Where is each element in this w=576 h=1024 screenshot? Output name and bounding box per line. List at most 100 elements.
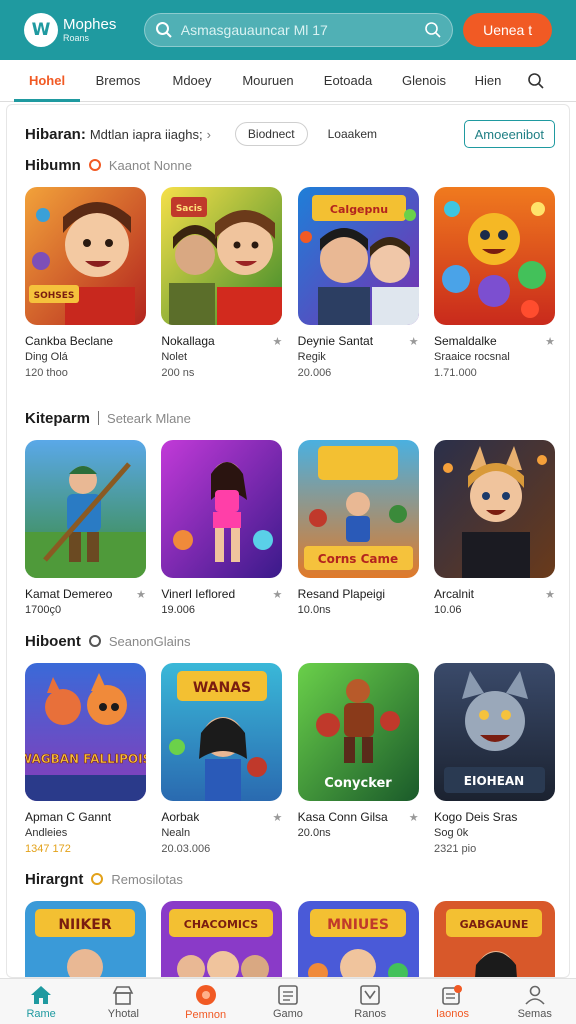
category-nav: Hohel Bremos Mdoey Mouruen Eotoada Gleno… <box>0 60 576 102</box>
bottom-nav-record[interactable]: Pemnon <box>165 979 247 1024</box>
game-thumbnail[interactable] <box>25 440 146 578</box>
game-art-text: WANAS <box>193 680 251 696</box>
game-title[interactable]: Deynie Santat <box>298 334 373 348</box>
section-subtitle[interactable]: Remosilotas <box>111 872 183 887</box>
nav-item-home[interactable]: Hohel <box>14 60 80 102</box>
game-card[interactable]: Arcalnit ★ 10.06 <box>433 440 555 616</box>
game-thumbnail[interactable]: Sacis <box>161 187 283 325</box>
game-thumbnail[interactable]: Corns Came <box>297 440 419 578</box>
game-art-text: EIOHEAN <box>464 774 524 788</box>
game-subtitle: 10.06 <box>433 604 462 616</box>
game-card[interactable]: MNIUES <box>297 901 419 977</box>
game-title[interactable]: Cankba Beclane <box>25 334 113 348</box>
game-thumbnail[interactable]: SOHSES <box>25 187 146 325</box>
game-title[interactable]: Resand Plapeigi <box>298 587 385 601</box>
home-icon <box>31 985 52 1004</box>
game-card[interactable]: WANAS Aorbak ★ Nealn 20.03.006 <box>161 663 283 855</box>
bottom-nav-label: Gamo <box>272 1007 303 1020</box>
game-art-text: Calgepnu <box>330 203 388 216</box>
search-submit-icon[interactable] <box>424 21 442 39</box>
game-title[interactable]: Kasa Conn Gilsa <box>298 810 388 824</box>
filter-tab[interactable]: Loaakem <box>328 127 377 141</box>
search-icon <box>528 72 544 89</box>
game-thumbnail[interactable]: CHACOMICS <box>161 901 283 977</box>
game-title[interactable]: Semaldalke <box>434 334 497 348</box>
star-icon: ★ <box>272 811 283 824</box>
game-count: 20.03.006 <box>161 843 211 855</box>
bottom-nav-home[interactable]: Rame <box>0 979 82 1024</box>
star-icon: ★ <box>545 335 555 348</box>
game-card[interactable]: Kamat Demereo ★ 1700ç0 <box>25 440 146 616</box>
game-title[interactable]: Vinerl Ieflored <box>161 587 235 601</box>
game-card[interactable]: Corns Came Resand Plapeigi 10.0ns <box>297 440 419 616</box>
app-logo[interactable]: W Mophes Roans <box>24 13 144 47</box>
notification-icon <box>442 984 463 1005</box>
nav-item-hien[interactable]: Hien <box>460 60 516 102</box>
game-title[interactable]: Arcalnit <box>434 587 474 601</box>
game-thumbnail[interactable] <box>433 440 555 578</box>
store-icon <box>113 985 134 1005</box>
section-divider <box>98 411 100 425</box>
bottom-nav: Rame Yhotal Pemnon Gamo Ranos Iaonos Sem… <box>0 978 576 1024</box>
panel-title: Hibaran: <box>25 125 86 143</box>
game-card[interactable]: NIIKER <box>25 901 146 977</box>
game-thumbnail[interactable]: NIIKER <box>25 901 146 977</box>
nav-item-mountain[interactable]: Mouruen <box>228 60 308 102</box>
game-art-text: Sacis <box>176 204 202 214</box>
game-title[interactable]: Kamat Demereo <box>25 587 112 601</box>
game-card[interactable]: Conycker Kasa Conn Gilsa ★ 20.0ns <box>297 663 419 855</box>
nav-item-mode[interactable]: Mdoey <box>156 60 228 102</box>
nav-item-genres[interactable]: Glenois <box>388 60 460 102</box>
chart-icon <box>360 984 380 1005</box>
nav-item-games[interactable]: Bremos <box>80 60 156 102</box>
game-thumbnail[interactable]: MNIUES <box>297 901 419 977</box>
game-card[interactable]: Calgepnu Deynie Santat ★ Regik 20.006 <box>297 187 419 379</box>
section-subtitle[interactable]: Kaanot Nonne <box>109 158 192 173</box>
game-title[interactable]: Nokallaga <box>161 334 214 348</box>
game-card[interactable]: Semaldalke ★ Sraaice rocsnal 1.71.000 <box>433 187 555 379</box>
game-thumbnail[interactable]: Calgepnu <box>297 187 419 325</box>
game-card[interactable]: GABGAUNE <box>433 901 555 977</box>
game-card[interactable]: WAGBAN FALLIPOIS Apman C Gannt Andleies … <box>25 663 146 855</box>
star-icon: ★ <box>408 335 419 348</box>
bottom-nav-ranks[interactable]: Ranos <box>329 979 411 1024</box>
game-card[interactable]: EIOHEAN Kogo Deis Sras Sog 0k 2321 pio <box>433 663 555 855</box>
join-button[interactable]: Uenea t <box>463 13 553 47</box>
game-subtitle: Ding Olá <box>25 351 68 363</box>
game-thumbnail[interactable]: Conycker <box>297 663 419 801</box>
game-thumbnail[interactable]: GABGAUNE <box>433 901 555 977</box>
bottom-nav-games[interactable]: Gamo <box>247 979 329 1024</box>
game-thumbnail[interactable]: WANAS <box>161 663 283 801</box>
profile-icon <box>525 985 545 1005</box>
game-title[interactable]: Aorbak <box>161 810 199 824</box>
game-card[interactable]: SOHSES Cankba Beclane Ding Olá 120 thoo <box>25 187 146 379</box>
game-thumbnail[interactable] <box>433 187 555 325</box>
game-card[interactable]: Sacis Nokallaga ★ Nolet 200 ns <box>161 187 283 379</box>
game-title[interactable]: Kogo Deis Sras <box>434 810 517 824</box>
game-subtitle: Regik <box>297 351 326 363</box>
game-thumbnail[interactable] <box>161 440 283 578</box>
bottom-nav-label: Iaonos <box>435 1007 469 1020</box>
game-thumbnail[interactable]: WAGBAN FALLIPOIS <box>25 663 146 801</box>
bottom-nav-notifications[interactable]: Iaonos <box>411 979 493 1024</box>
search-box[interactable] <box>143 13 454 47</box>
logo-sub: Roans <box>63 33 90 43</box>
record-icon <box>195 984 216 1005</box>
game-card[interactable]: CHACOMICS <box>161 901 283 977</box>
game-thumbnail[interactable]: EIOHEAN <box>433 663 555 801</box>
game-title[interactable]: Apman C Gannt <box>25 810 111 824</box>
bottom-nav-label: Semas <box>517 1007 552 1020</box>
section-subtitle[interactable]: SeanonGlains <box>109 634 191 649</box>
game-card[interactable]: Vinerl Ieflored ★ 19.006 <box>161 440 283 616</box>
section-subtitle[interactable]: Seteark Mlane <box>107 411 191 426</box>
game-section: Hibumn Kaanot Nonne SOHSES Cankba Beclan… <box>25 153 555 379</box>
search-input[interactable] <box>180 22 425 38</box>
filter-pill[interactable]: Biodnect <box>234 122 308 146</box>
game-section: Hirargnt Remosilotas NIIKER CHACOMICS MN… <box>25 867 555 977</box>
bottom-nav-store[interactable]: Yhotal <box>82 979 164 1024</box>
section-title: Kiteparm <box>25 409 91 427</box>
bottom-nav-profile[interactable]: Semas <box>494 979 576 1024</box>
nav-search-button[interactable] <box>516 60 556 102</box>
nav-item-download[interactable]: Eotoada <box>308 60 388 102</box>
advanced-button[interactable]: Amoeenibot <box>463 120 555 148</box>
